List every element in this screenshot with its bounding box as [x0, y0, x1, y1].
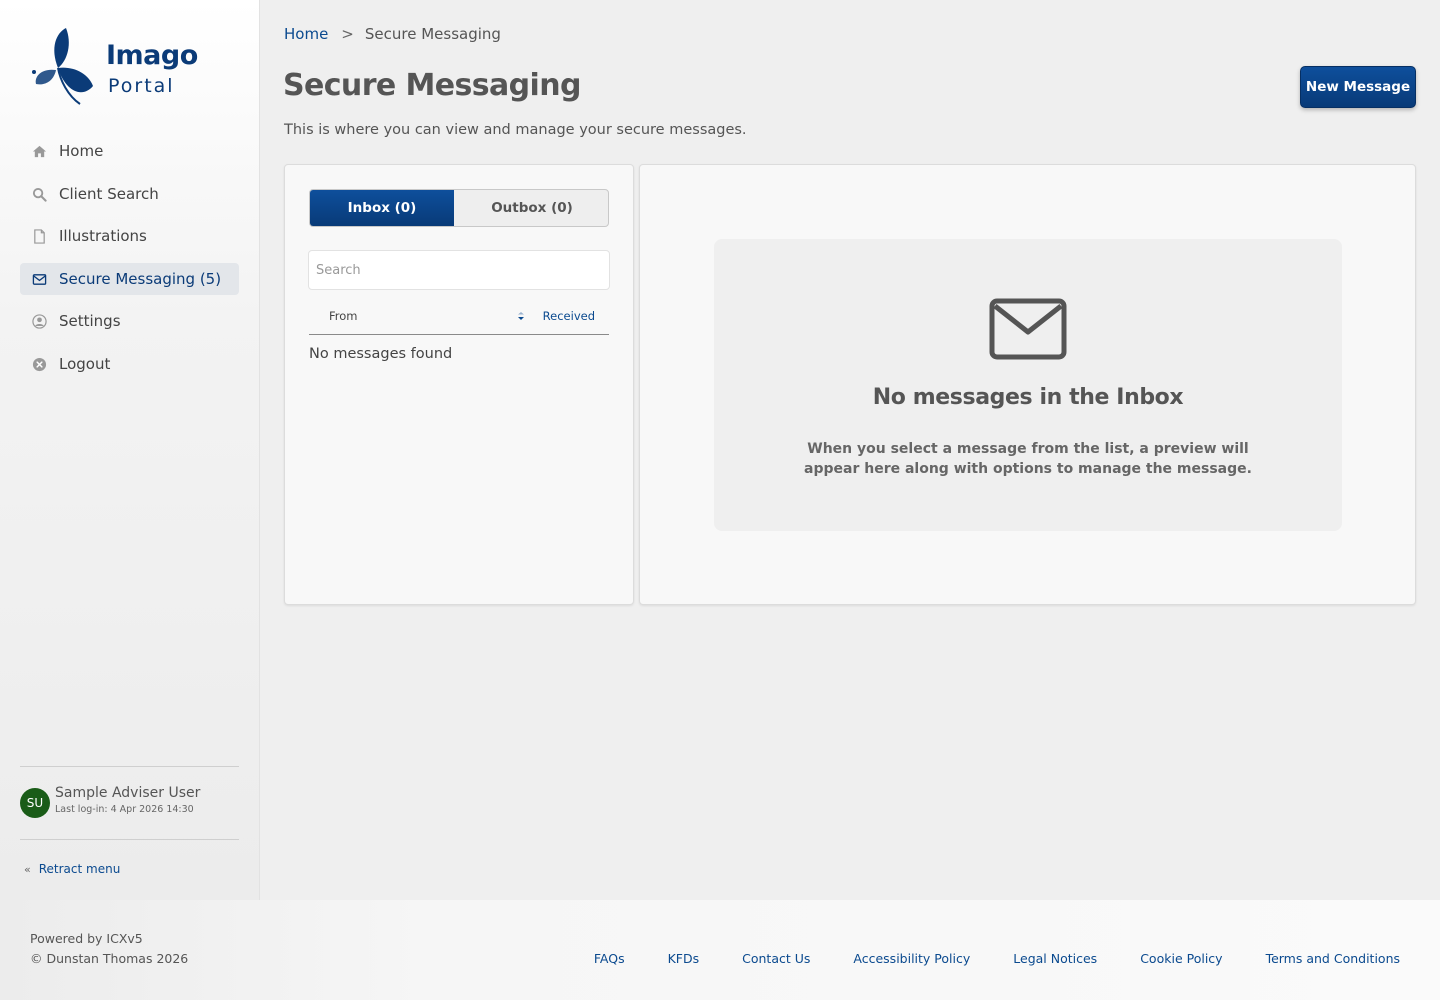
footer: Powered by ICXv5 © Dunstan Thomas 2026 F… [0, 900, 1440, 1000]
retract-menu-link[interactable]: « Retract menu [24, 862, 120, 876]
mailbox-tabs: Inbox (0) Outbox (0) [309, 189, 609, 227]
column-header-from[interactable]: From [329, 309, 358, 323]
sidebar-item-label: Home [59, 142, 104, 160]
envelope-icon [989, 298, 1067, 360]
tab-outbox[interactable]: Outbox (0) [454, 190, 608, 226]
logo-title: Imago [106, 40, 198, 71]
page-title: Secure Messaging [283, 68, 581, 103]
sidebar-item-label: Illustrations [59, 227, 147, 245]
breadcrumb-current: Secure Messaging [364, 25, 501, 43]
sidebar-item-label: Logout [59, 354, 111, 373]
sidebar-item-illustrations[interactable]: Illustrations [20, 220, 239, 252]
breadcrumb-home-link[interactable]: Home [284, 25, 328, 43]
sidebar-item-label: Client Search [59, 184, 159, 203]
message-list-header: From Received [309, 302, 609, 335]
empty-state-description: When you select a message from the list,… [804, 441, 1252, 477]
message-list-panel: Inbox (0) Outbox (0) From Received No me… [284, 164, 634, 605]
sidebar-divider [20, 839, 239, 840]
last-login: Last log-in: 4 Apr 2026 14:30 [55, 804, 194, 815]
footer-links: FAQs KFDs Contact Us Accessibility Polic… [551, 951, 1400, 966]
copyright: © Dunstan Thomas 2026 [30, 951, 189, 966]
sidebar-item-label: Settings [59, 312, 121, 330]
envelope-icon [32, 273, 47, 285]
footer-link-legal-notices[interactable]: Legal Notices [1013, 951, 1097, 966]
powered-by: Powered by ICXv5 [30, 931, 143, 946]
new-message-button[interactable]: New Message [1300, 66, 1416, 108]
page-description: This is where you can view and manage yo… [284, 122, 747, 138]
close-circle-icon [32, 357, 47, 371]
document-icon [34, 229, 45, 244]
empty-state: No messages in the Inbox When you select… [714, 239, 1342, 531]
sidebar-divider [20, 766, 239, 767]
imago-portal-logo[interactable]: Imago Portal [28, 28, 208, 108]
double-chevron-left-icon: « [24, 863, 31, 876]
footer-link-contact-us[interactable]: Contact Us [742, 951, 810, 966]
butterfly-logo-icon [32, 28, 93, 105]
retract-menu-label: Retract menu [38, 862, 121, 876]
user-name: Sample Adviser User [55, 785, 201, 801]
search-input[interactable] [308, 250, 610, 290]
sidebar-nav: Home Client Search Illustrations Secure … [20, 135, 239, 390]
sidebar-item-client-search[interactable]: Client Search [20, 178, 239, 210]
sidebar-item-secure-messaging[interactable]: Secure Messaging (5) [20, 262, 239, 295]
sidebar-item-label: Secure Messaging (5) [59, 269, 222, 288]
sidebar-item-home[interactable]: Home [20, 135, 239, 167]
footer-link-accessibility-policy[interactable]: Accessibility Policy [853, 951, 970, 966]
empty-list-message: No messages found [309, 346, 453, 362]
message-preview-panel: No messages in the Inbox When you select… [639, 164, 1416, 605]
avatar[interactable]: SU [20, 788, 50, 818]
footer-link-cookie-policy[interactable]: Cookie Policy [1140, 951, 1222, 966]
sort-descending-icon[interactable] [517, 311, 525, 321]
home-icon [32, 145, 47, 158]
empty-state-title: No messages in the Inbox [872, 385, 1184, 410]
sidebar: Imago Portal Home Client Search Illustra… [0, 0, 260, 900]
logo-subtitle: Portal [108, 75, 175, 97]
breadcrumb-separator: > [341, 25, 354, 43]
footer-link-faqs[interactable]: FAQs [594, 951, 625, 966]
sidebar-item-settings[interactable]: Settings [20, 305, 239, 337]
tab-inbox[interactable]: Inbox (0) [310, 190, 454, 226]
user-circle-icon [32, 314, 47, 329]
breadcrumb: Home > Secure Messaging [284, 25, 501, 43]
footer-link-terms-and-conditions[interactable]: Terms and Conditions [1266, 951, 1400, 966]
sidebar-item-logout[interactable]: Logout [20, 348, 239, 380]
column-header-received[interactable]: Received [543, 309, 595, 323]
footer-link-kfds[interactable]: KFDs [668, 951, 700, 966]
search-icon [32, 187, 47, 202]
